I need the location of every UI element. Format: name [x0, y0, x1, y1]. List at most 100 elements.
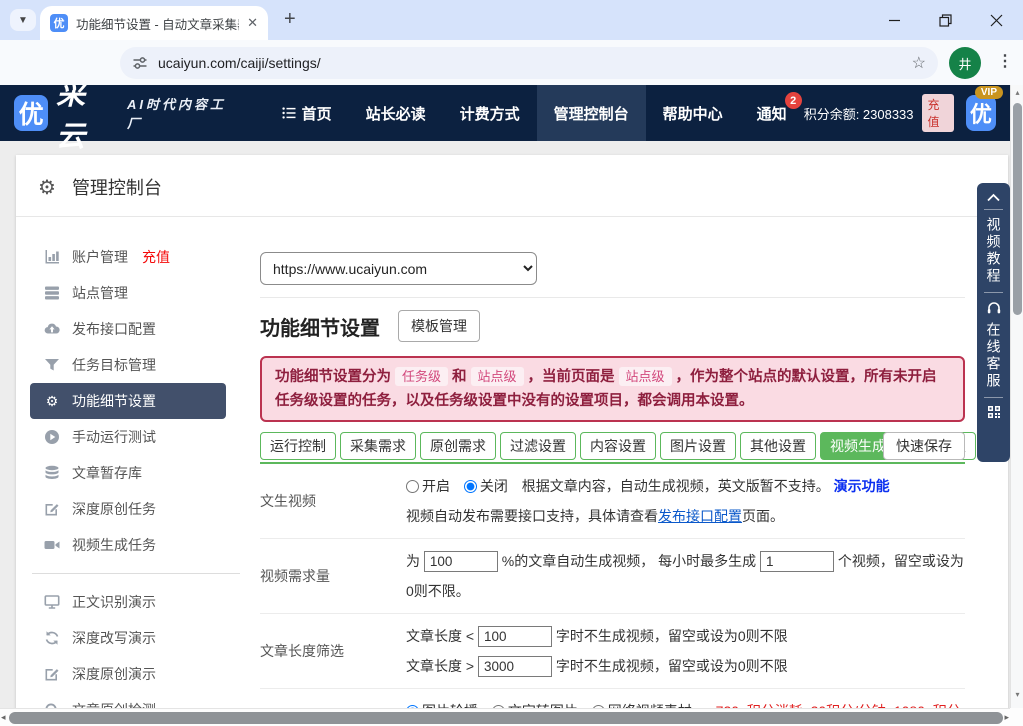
tab-filter-settings[interactable]: 过滤设置: [500, 432, 576, 460]
section-divider: [260, 297, 965, 298]
window-close-icon[interactable]: [990, 14, 1003, 27]
radio-enable[interactable]: 开启: [406, 478, 450, 494]
nav-item-must-read[interactable]: 站长必读: [349, 85, 443, 141]
nav-item-label: 通知: [757, 103, 787, 124]
url-text[interactable]: ucaiyun.com/caiji/settings/: [158, 55, 902, 71]
sidebar-item-deep-rewrite-demo[interactable]: 深度改写演示: [30, 620, 242, 656]
panel-divider: [984, 209, 1003, 210]
max-length-input[interactable]: [478, 656, 552, 677]
quick-save-button[interactable]: 快速保存: [883, 432, 965, 460]
tab-search-chevron-icon[interactable]: ▼: [10, 9, 36, 31]
row-label: 文生视频: [260, 471, 406, 531]
radio-enable-input[interactable]: [406, 480, 419, 493]
site-settings-tune-icon[interactable]: [132, 55, 148, 71]
horizontal-scrollbar[interactable]: ◂ ▸: [0, 708, 1010, 726]
browser-profile-avatar[interactable]: 井: [949, 47, 981, 79]
edit-icon: [44, 666, 60, 682]
sidebar-item-publish-api[interactable]: 发布接口配置: [30, 311, 242, 347]
tab-collect-demand[interactable]: 采集需求: [340, 432, 416, 460]
nav-item-home[interactable]: 首页: [265, 85, 349, 141]
nav-item-notifications[interactable]: 通知 2: [740, 85, 804, 141]
nav-item-billing[interactable]: 计费方式: [443, 85, 537, 141]
sidebar-item-label: 深度原创演示: [72, 664, 156, 684]
scroll-up-arrow-icon[interactable]: ▴: [1011, 88, 1023, 97]
database-icon: [44, 465, 60, 481]
scroll-right-arrow-icon[interactable]: ▸: [1004, 712, 1009, 723]
radio-disable-input[interactable]: [464, 480, 477, 493]
window-restore-icon[interactable]: [939, 14, 952, 27]
qr-code-icon[interactable]: [987, 405, 1001, 419]
demo-feature-link[interactable]: 演示功能: [834, 478, 890, 494]
sidebar-item-sites[interactable]: 站点管理: [30, 275, 242, 311]
nav-item-console[interactable]: 管理控制台: [537, 85, 646, 141]
headset-icon[interactable]: [986, 300, 1002, 315]
recharge-button[interactable]: 充值: [922, 94, 954, 132]
notice-text: 和: [452, 369, 467, 385]
video-percent-input[interactable]: [424, 551, 498, 572]
sidebar-item-article-buffer[interactable]: 文章暂存库: [30, 455, 242, 491]
nav-item-label: 站长必读: [366, 103, 426, 124]
sidebar-item-account[interactable]: 账户管理 充值: [30, 239, 242, 275]
radio-disable[interactable]: 关闭: [464, 478, 508, 494]
user-avatar[interactable]: 优 VIP: [966, 95, 996, 131]
monitor-icon: [44, 594, 60, 610]
site-tagline: AI时代内容工厂: [127, 94, 237, 132]
logo-text: 采云: [56, 85, 115, 155]
browser-tab[interactable]: 优 功能细节设置 - 自动文章采集器 ✕: [40, 6, 268, 40]
horizontal-scroll-thumb[interactable]: [9, 712, 1003, 724]
tab-run-control[interactable]: 运行控制: [260, 432, 336, 460]
sidebar-item-task-targets[interactable]: 任务目标管理: [30, 347, 242, 383]
list-icon: [282, 106, 296, 120]
sidebar-item-manual-test[interactable]: 手动运行测试: [30, 419, 242, 455]
tab-original-demand[interactable]: 原创需求: [420, 432, 496, 460]
publish-api-link[interactable]: 发布接口配置: [658, 508, 742, 524]
scroll-down-arrow-icon[interactable]: ▾: [1011, 690, 1023, 699]
panel-divider: [984, 292, 1003, 293]
tab-title: 功能细节设置 - 自动文章采集器: [76, 14, 239, 33]
window-minimize-icon[interactable]: [888, 14, 901, 27]
sidebar-item-body-recognition-demo[interactable]: 正文识别演示: [30, 584, 242, 620]
tab-other-settings[interactable]: 其他设置: [740, 432, 816, 460]
edit-icon: [44, 501, 60, 517]
row-description: 页面。: [742, 508, 784, 524]
sidebar-recharge-link[interactable]: 充值: [142, 247, 170, 267]
online-service-link[interactable]: 在线客服: [984, 322, 1004, 390]
sidebar-divider: [32, 573, 240, 574]
browser-menu-icon[interactable]: ⋮: [997, 51, 1013, 71]
template-manage-button[interactable]: 模板管理: [398, 310, 480, 342]
notification-badge: 2: [785, 92, 802, 109]
nav-item-label: 计费方式: [460, 103, 520, 124]
sidebar-item-label: 深度原创任务: [72, 499, 156, 519]
tab-close-icon[interactable]: ✕: [247, 15, 258, 31]
row-description: 文章长度 <: [406, 628, 474, 644]
min-length-input[interactable]: [478, 626, 552, 647]
nav-item-help[interactable]: 帮助中心: [646, 85, 740, 141]
form-row-length-filter: 文章长度筛选 文章长度 < 字时不生成视频，留空或设为0则不限 文章长度 > 字…: [260, 614, 965, 689]
video-tutorial-link[interactable]: 视频教程: [984, 217, 1004, 285]
console-card: ⚙ 管理控制台 账户管理 充值 站点管理 发布接口配置 任务目标管理: [16, 155, 1008, 726]
tab-image-settings[interactable]: 图片设置: [660, 432, 736, 460]
bookmark-star-icon[interactable]: ☆: [912, 53, 926, 73]
sidebar-item-function-settings[interactable]: ⚙ 功能细节设置: [30, 383, 226, 419]
max-videos-per-hour-input[interactable]: [760, 551, 834, 572]
new-tab-button[interactable]: +: [284, 8, 296, 31]
notice-text: ，当前页面是: [528, 369, 615, 385]
radio-label: 开启: [422, 478, 450, 494]
row-description: 文章长度 >: [406, 658, 474, 674]
site-select[interactable]: https://www.ucaiyun.com: [260, 252, 537, 285]
tab-content-settings[interactable]: 内容设置: [580, 432, 656, 460]
sidebar-item-deep-original-demo[interactable]: 深度原创演示: [30, 656, 242, 692]
site-logo[interactable]: 优 采云: [0, 85, 115, 155]
settings-tabs: 运行控制 采集需求 原创需求 过滤设置 内容设置 图片设置 其他设置 视频生成 …: [260, 432, 965, 464]
filter-icon: [44, 357, 60, 373]
sidebar-item-video-task[interactable]: 视频生成任务: [30, 527, 242, 563]
page-viewport: 优 采云 AI时代内容工厂 首页 站长必读 计费方式 管理控制台 帮助中心 通知…: [0, 85, 1010, 726]
chevron-up-icon[interactable]: [986, 193, 1001, 202]
scrollbar-corner: [1010, 708, 1023, 726]
sidebar-item-deep-original-task[interactable]: 深度原创任务: [30, 491, 242, 527]
gears-icon: ⚙: [44, 393, 60, 409]
scroll-left-arrow-icon[interactable]: ◂: [1, 712, 6, 723]
vertical-scrollbar[interactable]: ▴ ▾: [1010, 85, 1023, 708]
vertical-scroll-thumb[interactable]: [1013, 103, 1022, 315]
url-bar[interactable]: ucaiyun.com/caiji/settings/ ☆: [120, 47, 938, 79]
